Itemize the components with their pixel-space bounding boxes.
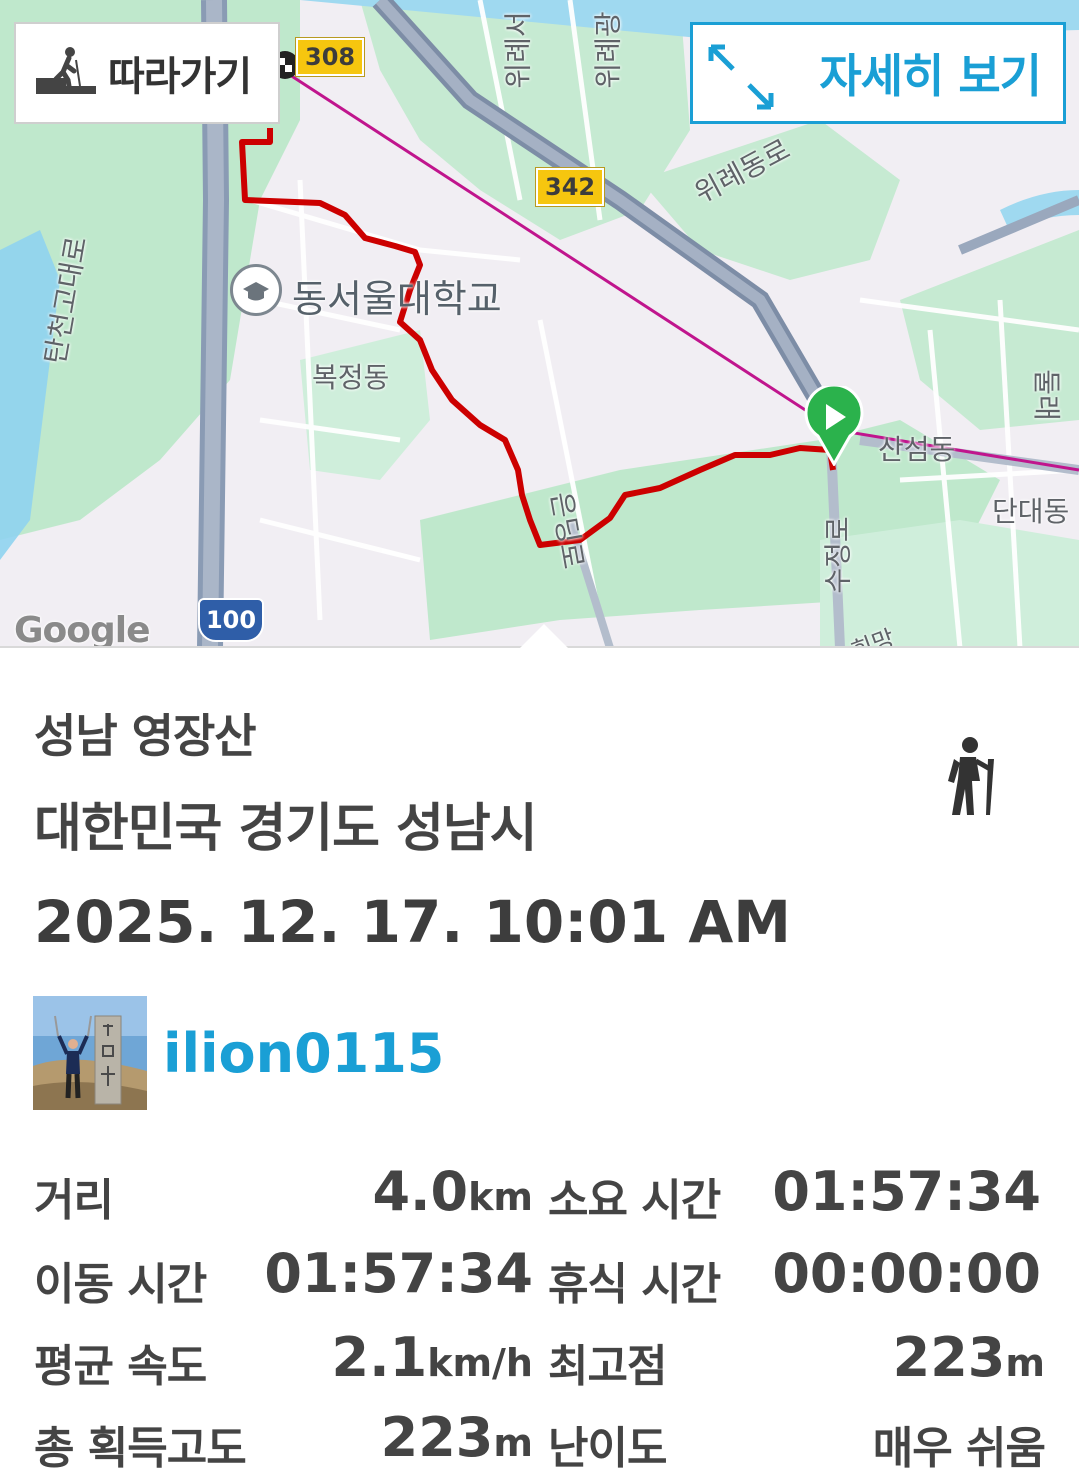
follow-label: 따라가기	[108, 54, 252, 100]
map-label-wirye-a: 위례서	[501, 11, 535, 89]
view-details-button[interactable]: 자세히 보기	[690, 22, 1066, 124]
profile-photo-icon	[33, 996, 147, 1110]
map-pointer	[520, 624, 568, 648]
avg-speed-value: 2.1km/h	[331, 1326, 533, 1389]
hiker-stairs-icon	[36, 46, 96, 100]
start-marker-icon	[804, 383, 864, 470]
activity-datetime: 2025. 12. 17. 10:01 AM	[34, 888, 791, 956]
university-icon	[230, 264, 282, 316]
username-link[interactable]: ilion0115	[163, 1022, 444, 1085]
expand-arrows-icon	[703, 39, 779, 119]
activity-location: 대한민국 경기도 성남시	[34, 799, 538, 859]
route-shield-308: 308	[296, 38, 365, 76]
route-shield-342: 342	[536, 168, 605, 206]
max-altitude-value: 223m	[892, 1326, 1045, 1389]
map-label-right-edge: 둘래	[1029, 369, 1063, 421]
difficulty-value: 매우 쉬움	[872, 1423, 1046, 1474]
difficulty-label: 난이도	[548, 1423, 667, 1474]
map-label-bokjeong: 복정동	[312, 361, 390, 394]
view-details-label: 자세히 보기	[819, 49, 1042, 103]
follow-button[interactable]: 따라가기	[14, 22, 280, 124]
map-label-wirye-b: 위례광	[591, 11, 625, 89]
elevation-gain-value: 223m	[380, 1406, 533, 1469]
map-label-sujeong: 수정로	[821, 516, 855, 594]
moving-time-label: 이동 시간	[34, 1259, 207, 1310]
elevation-gain-label: 총 획득고도	[34, 1423, 247, 1474]
route-map[interactable]: 동서울대학교 복정동 산섬동 단대동 위례동로 탄천고대로 위례서 위례광 수정…	[0, 0, 1079, 648]
moving-time-value: 01:57:34	[264, 1242, 533, 1305]
map-label-dandae: 단대동	[992, 495, 1070, 528]
user-avatar[interactable]	[33, 996, 147, 1110]
duration-label: 소요 시간	[548, 1175, 721, 1226]
activity-title: 성남 영장산	[34, 709, 257, 763]
distance-label: 거리	[34, 1175, 114, 1226]
max-altitude-label: 최고점	[548, 1341, 667, 1392]
map-label-sanseong: 산섬동	[878, 433, 956, 466]
duration-value: 01:57:34	[772, 1160, 1041, 1223]
rest-time-value: 00:00:00	[772, 1242, 1041, 1305]
hiker-icon	[940, 735, 1004, 823]
route-shield-100: 100	[198, 598, 264, 642]
rest-time-label: 휴식 시간	[548, 1259, 721, 1310]
avg-speed-label: 평균 속도	[34, 1341, 207, 1392]
map-label-university: 동서울대학교	[292, 277, 502, 321]
distance-value: 4.0km	[372, 1160, 533, 1223]
google-logo: Google	[14, 610, 151, 648]
